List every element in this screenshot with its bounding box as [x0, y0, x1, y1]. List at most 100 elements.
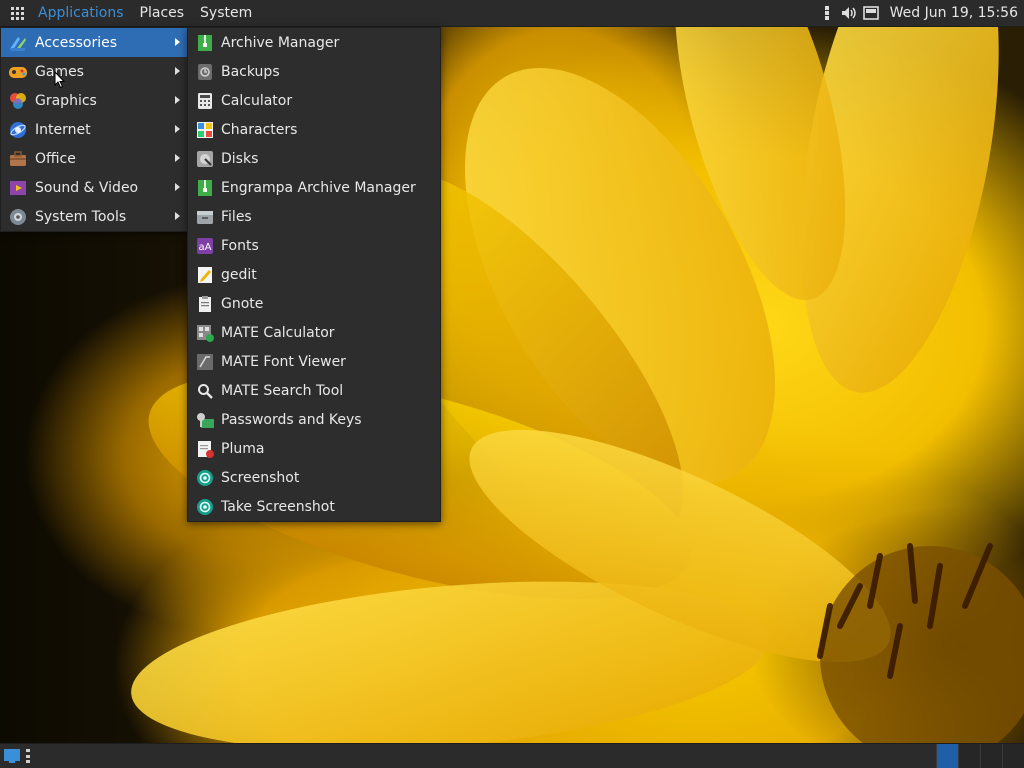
gedit-icon — [195, 265, 215, 285]
system-tray: Wed Jun 19, 15:56 — [818, 4, 1024, 22]
menu-item-label: Screenshot — [221, 469, 300, 486]
take-screenshot-icon — [195, 497, 215, 517]
gnote-icon — [195, 294, 215, 314]
workspace-4[interactable] — [1002, 744, 1024, 768]
menu-item-label: Backups — [221, 63, 280, 80]
fonts-icon: aA — [195, 236, 215, 256]
characters-icon — [195, 120, 215, 140]
files-icon — [195, 207, 215, 227]
menu-item-calculator[interactable]: Calculator — [188, 86, 440, 115]
menu-item-label: MATE Search Tool — [221, 382, 344, 399]
category-graphics[interactable]: Graphics — [1, 86, 187, 115]
chevron-right-icon — [175, 183, 180, 191]
accessories-icon — [8, 33, 28, 53]
applications-category-menu: Accessories Games Graphics Internet Offi… — [0, 27, 188, 232]
mate-font-viewer-icon — [195, 352, 215, 372]
search-icon — [195, 381, 215, 401]
games-icon — [8, 62, 28, 82]
accessories-submenu: Archive Manager Backups Calculator Chara… — [187, 27, 441, 522]
category-office[interactable]: Office — [1, 144, 187, 173]
calculator-icon — [195, 91, 215, 111]
show-desktop-icon[interactable] — [2, 747, 22, 765]
chevron-right-icon — [175, 212, 180, 220]
office-icon — [8, 149, 28, 169]
menu-item-gedit[interactable]: gedit — [188, 260, 440, 289]
chevron-right-icon — [175, 125, 180, 133]
menu-item-engrampa[interactable]: Engrampa Archive Manager — [188, 173, 440, 202]
workspace-2[interactable] — [958, 744, 980, 768]
category-accessories[interactable]: Accessories — [1, 28, 187, 57]
menu-item-label: Files — [221, 208, 252, 225]
passwords-keys-icon — [195, 410, 215, 430]
clock[interactable]: Wed Jun 19, 15:56 — [890, 5, 1018, 21]
chevron-right-icon — [175, 67, 180, 75]
menu-item-label: Disks — [221, 150, 259, 167]
menu-item-label: MATE Font Viewer — [221, 353, 346, 370]
system-tools-icon — [8, 207, 28, 227]
pluma-icon — [195, 439, 215, 459]
category-label: Accessories — [35, 34, 118, 51]
category-games[interactable]: Games — [1, 57, 187, 86]
internet-icon — [8, 120, 28, 140]
engrampa-icon — [195, 178, 215, 198]
category-label: Sound & Video — [35, 179, 139, 196]
menu-item-take-screenshot[interactable]: Take Screenshot — [188, 492, 440, 521]
category-sound-video[interactable]: Sound & Video — [1, 173, 187, 202]
menu-item-mate-calculator[interactable]: MATE Calculator — [188, 318, 440, 347]
places-menu[interactable]: Places — [132, 0, 193, 26]
menu-item-files[interactable]: Files — [188, 202, 440, 231]
category-internet[interactable]: Internet — [1, 115, 187, 144]
menu-item-label: Passwords and Keys — [221, 411, 362, 428]
sound-video-icon — [8, 178, 28, 198]
screenshot-icon — [195, 468, 215, 488]
menu-item-mate-search-tool[interactable]: MATE Search Tool — [188, 376, 440, 405]
menu-item-label: gedit — [221, 266, 257, 283]
category-label: Graphics — [35, 92, 97, 109]
top-panel: Applications Places System Wed Jun 19, 1… — [0, 0, 1024, 27]
apps-grid-icon[interactable] — [4, 0, 30, 26]
workspace-switcher — [936, 744, 1024, 768]
menu-item-label: Characters — [221, 121, 298, 138]
menu-item-backups[interactable]: Backups — [188, 57, 440, 86]
overflow-icon[interactable] — [818, 4, 836, 22]
chevron-right-icon — [175, 96, 180, 104]
chevron-right-icon — [175, 154, 180, 162]
disks-icon — [195, 149, 215, 169]
volume-icon[interactable] — [840, 4, 858, 22]
chevron-right-icon — [175, 38, 180, 46]
archive-manager-icon — [195, 33, 215, 53]
menu-item-label: Pluma — [221, 440, 265, 457]
menu-item-label: Fonts — [221, 237, 259, 254]
category-label: Office — [35, 150, 76, 167]
menu-item-fonts[interactable]: aA Fonts — [188, 231, 440, 260]
notification-icon[interactable] — [862, 4, 880, 22]
category-label: System Tools — [35, 208, 127, 225]
menu-item-label: Archive Manager — [221, 34, 340, 51]
menu-item-label: MATE Calculator — [221, 324, 335, 341]
workspace-3[interactable] — [980, 744, 1002, 768]
backups-icon — [195, 62, 215, 82]
menu-item-label: Take Screenshot — [221, 498, 335, 515]
menu-item-archive-manager[interactable]: Archive Manager — [188, 28, 440, 57]
menu-item-label: Gnote — [221, 295, 264, 312]
menu-item-screenshot[interactable]: Screenshot — [188, 463, 440, 492]
category-label: Internet — [35, 121, 91, 138]
menu-item-characters[interactable]: Characters — [188, 115, 440, 144]
bottom-panel — [0, 743, 1024, 768]
category-system-tools[interactable]: System Tools — [1, 202, 187, 231]
menu-item-disks[interactable]: Disks — [188, 144, 440, 173]
menu-item-pluma[interactable]: Pluma — [188, 434, 440, 463]
workspace-1[interactable] — [936, 744, 958, 768]
panel-handle-icon[interactable] — [26, 749, 30, 763]
menu-item-label: Calculator — [221, 92, 293, 109]
applications-menu[interactable]: Applications — [30, 0, 132, 26]
menu-item-label: Engrampa Archive Manager — [221, 179, 416, 196]
mouse-cursor-icon — [54, 71, 66, 89]
graphics-icon — [8, 91, 28, 111]
menu-item-mate-font-viewer[interactable]: MATE Font Viewer — [188, 347, 440, 376]
system-menu[interactable]: System — [192, 0, 260, 26]
mate-calculator-icon — [195, 323, 215, 343]
menu-item-passwords-and-keys[interactable]: Passwords and Keys — [188, 405, 440, 434]
svg-text:aA: aA — [199, 242, 212, 253]
menu-item-gnote[interactable]: Gnote — [188, 289, 440, 318]
